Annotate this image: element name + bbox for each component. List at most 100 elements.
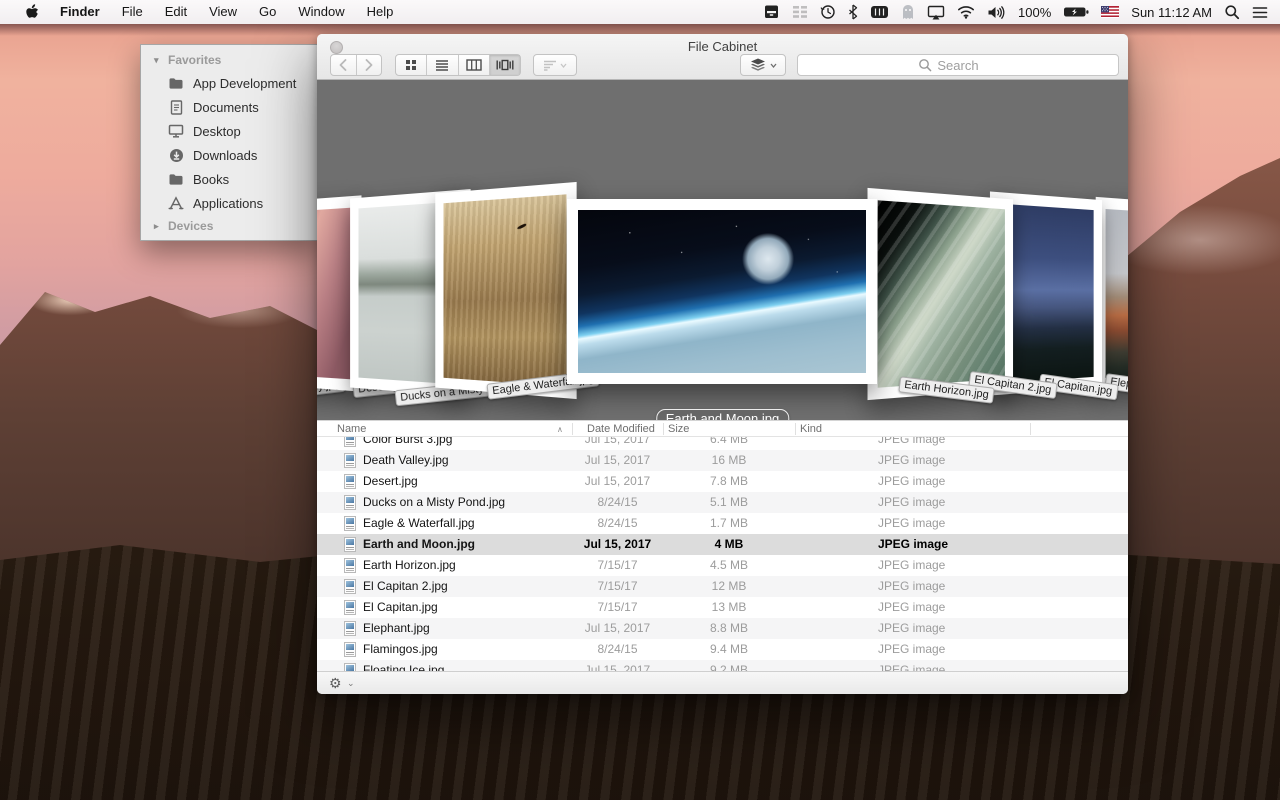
rows-icon[interactable]	[792, 5, 808, 19]
file-name: Flamingos.jpg	[363, 639, 568, 660]
file-row-ducks-on-a-misty-pond-jpg[interactable]: Ducks on a Misty Pond.jpg8/24/155.1 MBJP…	[317, 492, 1128, 513]
file-row-el-capitan-jpg[interactable]: El Capitan.jpg7/15/1713 MBJPEG image	[317, 597, 1128, 618]
sidebar-item-downloads[interactable]: Downloads	[141, 143, 317, 167]
menu-bar-clock[interactable]: Sun 11:12 AM	[1131, 5, 1212, 20]
file-row-death-valley-jpg[interactable]: Death Valley.jpgJul 15, 201716 MBJPEG im…	[317, 450, 1128, 471]
jpeg-file-icon	[344, 642, 356, 657]
jpeg-file-icon	[344, 516, 356, 531]
notification-center-icon[interactable]	[1252, 6, 1268, 19]
file-row-floating-ice-jpg[interactable]: Floating Ice.jpgJul 15, 20179.2 MBJPEG i…	[317, 660, 1128, 671]
time-machine-icon[interactable]	[820, 4, 836, 20]
icon-view-button[interactable]	[396, 55, 427, 75]
cover-eagle[interactable]	[435, 182, 576, 399]
file-name: Ducks on a Misty Pond.jpg	[363, 492, 568, 513]
arrange-button[interactable]	[533, 54, 577, 76]
column-divider[interactable]	[572, 423, 573, 435]
list-view-button[interactable]	[427, 55, 458, 75]
ghost-icon[interactable]	[901, 4, 915, 20]
menu-bar-status: 100% Sun 11:12 AM	[763, 4, 1280, 20]
us-flag-icon[interactable]	[1101, 6, 1119, 18]
file-date-modified: Jul 15, 2017	[572, 618, 663, 639]
file-row-eagle-waterfall-jpg[interactable]: Eagle & Waterfall.jpg8/24/151.7 MBJPEG i…	[317, 513, 1128, 534]
coverflow-view-button[interactable]	[490, 55, 520, 75]
cover-photo-eagle	[443, 194, 566, 386]
column-divider[interactable]	[795, 423, 796, 435]
file-date-modified: Jul 15, 2017	[572, 660, 663, 671]
file-row-earth-horizon-jpg[interactable]: Earth Horizon.jpg7/15/174.5 MBJPEG image	[317, 555, 1128, 576]
file-size: 7.8 MB	[663, 471, 795, 492]
file-row-flamingos-jpg[interactable]: Flamingos.jpg8/24/159.4 MBJPEG image	[317, 639, 1128, 660]
disclosure-triangle-icon[interactable]: ▾	[154, 55, 168, 66]
sidebar-item-books[interactable]: Books	[141, 167, 317, 191]
apple-menu-icon[interactable]	[14, 4, 49, 21]
nav-buttons	[330, 54, 382, 76]
cover-photo-center	[578, 210, 866, 373]
spotlight-icon[interactable]	[1224, 4, 1240, 20]
jpeg-file-icon	[344, 495, 356, 510]
column-header-kind[interactable]: Kind	[800, 422, 822, 437]
file-name: Elephant.jpg	[363, 618, 568, 639]
column-header-name[interactable]: Name	[337, 422, 366, 437]
file-row-desert-jpg[interactable]: Desert.jpgJul 15, 20177.8 MBJPEG image	[317, 471, 1128, 492]
file-kind: JPEG image	[878, 534, 948, 555]
jpeg-file-icon	[344, 663, 356, 671]
menu-help[interactable]: Help	[356, 0, 405, 24]
action-gear-icon[interactable]: ⚙	[329, 673, 342, 694]
cover-center[interactable]	[567, 199, 877, 384]
file-date-modified: Jul 15, 2017	[572, 534, 663, 555]
file-cabinet-icon[interactable]	[763, 4, 780, 20]
menu-view[interactable]: View	[198, 0, 248, 24]
sidebar-item-desktop[interactable]: Desktop	[141, 119, 317, 143]
battery-icon[interactable]	[1063, 5, 1089, 19]
menu-edit[interactable]: Edit	[154, 0, 198, 24]
sidebar-item-documents[interactable]: Documents	[141, 95, 317, 119]
column-divider[interactable]	[1030, 423, 1031, 435]
file-size: 5.1 MB	[663, 492, 795, 513]
file-size: 9.4 MB	[663, 639, 795, 660]
file-row-elephant-jpg[interactable]: Elephant.jpgJul 15, 20178.8 MBJPEG image	[317, 618, 1128, 639]
file-name: El Capitan 2.jpg	[363, 576, 568, 597]
menu-window[interactable]: Window	[287, 0, 355, 24]
cover-earth-horizon[interactable]	[868, 188, 1014, 400]
forward-button[interactable]	[357, 55, 382, 75]
desktop-icon	[168, 123, 184, 139]
jpeg-file-icon	[344, 437, 356, 447]
keyboard-icon[interactable]	[870, 5, 889, 19]
coverflow-area: Earth and Moon.jpg Death Valley.jpgDeser…	[317, 80, 1128, 420]
disclosure-triangle-icon[interactable]: ▸	[154, 221, 168, 232]
column-header-date-modified[interactable]: Date Modified	[587, 422, 655, 437]
menu-go[interactable]: Go	[248, 0, 287, 24]
column-header-size[interactable]: Size	[668, 422, 689, 437]
search-input[interactable]	[798, 55, 1118, 75]
column-divider[interactable]	[663, 423, 664, 435]
file-date-modified: Jul 15, 2017	[572, 471, 663, 492]
file-row-color-burst-3-jpg[interactable]: Color Burst 3.jpgJul 15, 20176.4 MBJPEG …	[317, 437, 1128, 450]
sidebar-item-applications[interactable]: Applications	[141, 191, 317, 215]
bluetooth-icon[interactable]	[848, 4, 858, 20]
airplay-icon[interactable]	[927, 5, 945, 20]
window-titlebar[interactable]: File Cabinet	[317, 34, 1128, 80]
file-size: 12 MB	[663, 576, 795, 597]
action-stack-button[interactable]	[740, 54, 786, 76]
menu-bar-left: Finder File Edit View Go Window Help	[0, 0, 404, 24]
view-mode-control	[395, 54, 521, 76]
menu-file[interactable]: File	[111, 0, 154, 24]
sidebar-section-devices[interactable]: ▸Devices	[141, 215, 317, 237]
jpeg-file-icon	[344, 453, 356, 468]
jpeg-file-icon	[344, 579, 356, 594]
menu-bar: Finder File Edit View Go Window Help	[0, 0, 1280, 24]
file-row-earth-and-moon-jpg[interactable]: Earth and Moon.jpgJul 15, 20174 MBJPEG i…	[317, 534, 1128, 555]
cover-photo-earth-horizon	[878, 200, 1005, 387]
sidebar-item-app-development[interactable]: App Development	[141, 71, 317, 95]
file-kind: JPEG image	[878, 492, 945, 513]
jpeg-file-icon	[344, 621, 356, 636]
back-button[interactable]	[331, 55, 357, 75]
sidebar-section-favorites[interactable]: ▾Favorites	[141, 49, 317, 71]
file-row-el-capitan-2-jpg[interactable]: El Capitan 2.jpg7/15/1712 MBJPEG image	[317, 576, 1128, 597]
menu-finder[interactable]: Finder	[49, 0, 111, 24]
column-view-button[interactable]	[459, 55, 490, 75]
wifi-icon[interactable]	[957, 5, 975, 19]
jpeg-file-icon	[344, 558, 356, 573]
file-date-modified: 7/15/17	[572, 576, 663, 597]
volume-icon[interactable]	[987, 5, 1006, 20]
